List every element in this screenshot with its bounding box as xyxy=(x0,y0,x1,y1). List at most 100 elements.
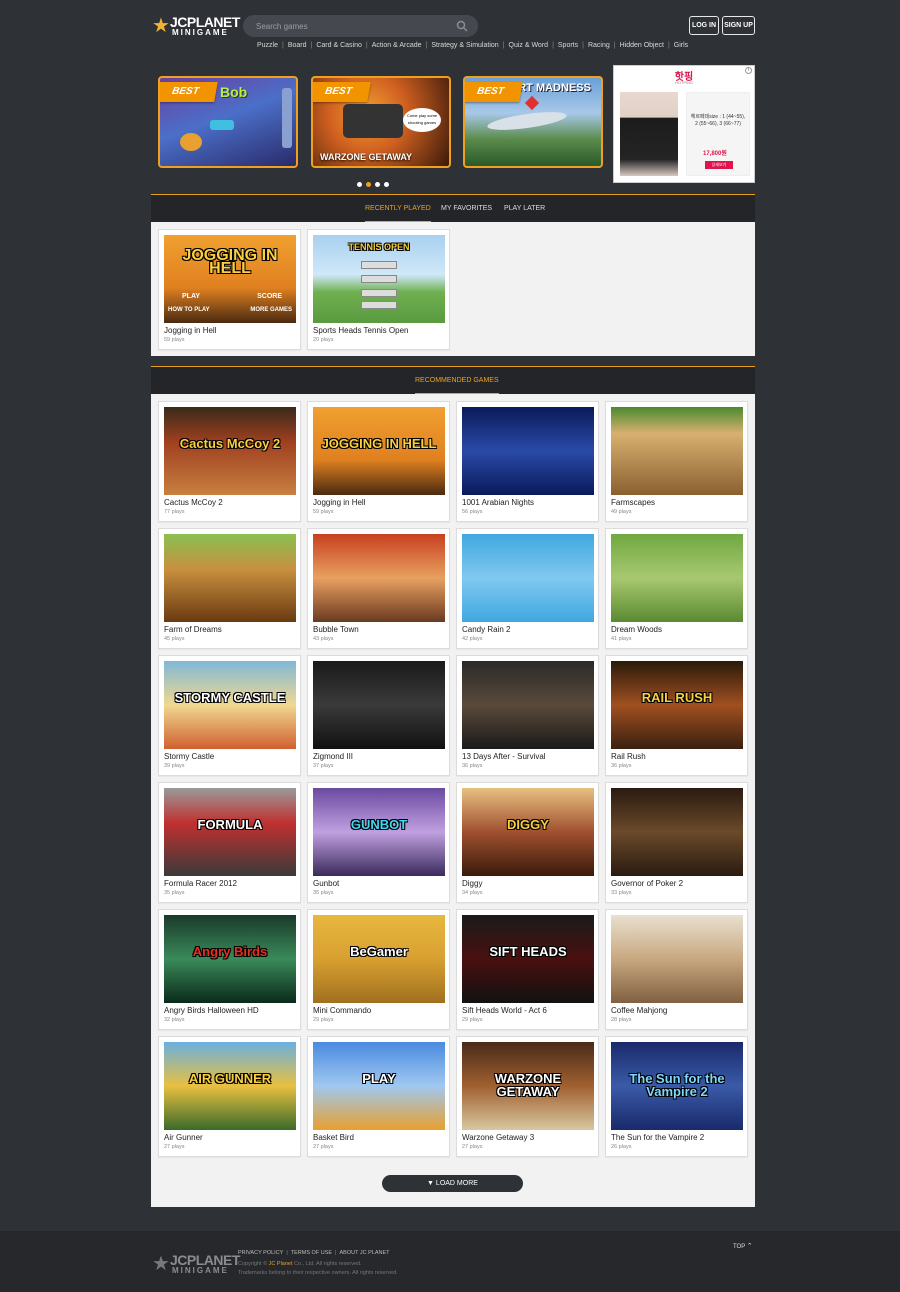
game-thumbnail[interactable] xyxy=(611,915,743,1003)
game-title[interactable]: Governor of Poker 2 xyxy=(611,879,683,888)
game-thumbnail[interactable]: The Sun for the Vampire 2 xyxy=(611,1042,743,1130)
search-icon[interactable] xyxy=(456,20,468,32)
game-card[interactable]: Angry Birds Angry Birds Halloween HD 32 pl… xyxy=(158,909,301,1030)
slider-dot[interactable] xyxy=(357,182,362,187)
tab-play-later[interactable]: PLAY LATER xyxy=(504,205,545,212)
game-thumbnail[interactable] xyxy=(462,407,594,495)
game-card[interactable]: 1001 Arabian Nights 56 plays xyxy=(456,401,599,522)
featured-slide[interactable]: BEST Come play some shooting games WARZO… xyxy=(311,76,451,168)
game-card[interactable]: WARZONE GETAWAY Warzone Getaway 3 27 plays xyxy=(456,1036,599,1157)
game-title[interactable]: Warzone Getaway 3 xyxy=(462,1133,534,1142)
game-thumbnail[interactable] xyxy=(462,661,594,749)
slider-dot[interactable] xyxy=(375,182,380,187)
nav-item[interactable]: Puzzle xyxy=(257,42,278,49)
game-title[interactable]: Angry Birds Halloween HD xyxy=(164,1006,259,1015)
about-link[interactable]: ABOUT JC PLANET xyxy=(339,1250,389,1256)
copyright-brand[interactable]: JC Planet xyxy=(269,1261,293,1267)
game-title[interactable]: Zigmond III xyxy=(313,752,353,761)
game-title[interactable]: Coffee Mahjong xyxy=(611,1006,667,1015)
game-card[interactable]: Bubble Town 43 plays xyxy=(307,528,450,649)
game-title[interactable]: Diggy xyxy=(462,879,482,888)
game-card[interactable]: JOGGING IN HELL Jogging in Hell 59 plays xyxy=(307,401,450,522)
game-thumbnail[interactable]: PLAY xyxy=(313,1042,445,1130)
load-more-button[interactable]: ▼ LOAD MORE xyxy=(382,1175,523,1192)
tab-my-favorites[interactable]: MY FAVORITES xyxy=(441,205,492,212)
game-thumbnail[interactable] xyxy=(611,534,743,622)
game-title[interactable]: Sports Heads Tennis Open xyxy=(313,326,408,335)
game-title[interactable]: Basket Bird xyxy=(313,1133,354,1142)
game-thumbnail[interactable]: FORMULA xyxy=(164,788,296,876)
search-input[interactable] xyxy=(256,18,446,34)
game-card[interactable]: SIFT HEADS Sift Heads World - Act 6 29 pla… xyxy=(456,909,599,1030)
game-card[interactable]: FORMULA Formula Racer 2012 35 plays xyxy=(158,782,301,903)
game-card[interactable]: BeGamer Mini Commando 29 plays xyxy=(307,909,450,1030)
game-thumbnail[interactable]: SIFT HEADS xyxy=(462,915,594,1003)
game-thumbnail[interactable] xyxy=(313,534,445,622)
game-card[interactable]: Governor of Poker 2 33 plays xyxy=(605,782,748,903)
game-thumbnail[interactable]: GUNBOT xyxy=(313,788,445,876)
game-title[interactable]: Mini Commando xyxy=(313,1006,371,1015)
game-thumbnail[interactable] xyxy=(611,788,743,876)
login-button[interactable]: LOG IN xyxy=(689,16,719,35)
advertisement[interactable]: i 핫핑 HOTPING 헤르페데size : 1 (44~55), 2 (55… xyxy=(613,65,755,183)
game-thumbnail[interactable]: RAIL RUSH xyxy=(611,661,743,749)
back-to-top-button[interactable]: TOP ⌃ xyxy=(733,1242,753,1250)
game-title[interactable]: Air Gunner xyxy=(164,1133,203,1142)
game-thumbnail[interactable] xyxy=(164,534,296,622)
game-title[interactable]: Bubble Town xyxy=(313,625,359,634)
nav-item[interactable]: Board xyxy=(288,42,307,49)
game-card[interactable]: TENNIS OPEN Sports Heads Tennis Open 20 … xyxy=(307,229,450,350)
game-thumbnail[interactable]: DIGGY xyxy=(462,788,594,876)
game-title[interactable]: Dream Woods xyxy=(611,625,662,634)
game-thumbnail[interactable]: TENNIS OPEN xyxy=(313,235,445,323)
game-card[interactable]: Cactus McCoy 2 Cactus McCoy 2 77 plays xyxy=(158,401,301,522)
game-title[interactable]: Sift Heads World - Act 6 xyxy=(462,1006,547,1015)
game-title[interactable]: 13 Days After - Survival xyxy=(462,752,546,761)
game-title[interactable]: Rail Rush xyxy=(611,752,646,761)
nav-item[interactable]: Strategy & Simulation xyxy=(431,42,498,49)
nav-item[interactable]: Quiz & Word xyxy=(509,42,549,49)
game-thumbnail[interactable]: Angry Birds xyxy=(164,915,296,1003)
terms-of-use-link[interactable]: TERMS OF USE xyxy=(291,1250,332,1256)
game-title[interactable]: Farm of Dreams xyxy=(164,625,222,634)
game-thumbnail[interactable]: JOGGING IN HELL PLAY SCORE HOW TO PLAY M… xyxy=(164,235,296,323)
game-card[interactable]: Coffee Mahjong 28 plays xyxy=(605,909,748,1030)
game-title[interactable]: Candy Rain 2 xyxy=(462,625,510,634)
game-card[interactable]: DIGGY Diggy 34 plays xyxy=(456,782,599,903)
game-card[interactable]: Dream Woods 41 plays xyxy=(605,528,748,649)
game-card[interactable]: Farm of Dreams 45 plays xyxy=(158,528,301,649)
signup-button[interactable]: SIGN UP xyxy=(722,16,755,35)
game-card[interactable]: GUNBOT Gunbot 35 plays xyxy=(307,782,450,903)
game-thumbnail[interactable] xyxy=(313,661,445,749)
slider-dot[interactable] xyxy=(384,182,389,187)
game-card[interactable]: Zigmond III 37 plays xyxy=(307,655,450,776)
game-card[interactable]: AIR GUNNER Air Gunner 27 plays xyxy=(158,1036,301,1157)
game-title[interactable]: The Sun for the Vampire 2 xyxy=(611,1133,704,1142)
game-card[interactable]: 13 Days After - Survival 36 plays xyxy=(456,655,599,776)
game-thumbnail[interactable] xyxy=(462,534,594,622)
featured-slide[interactable]: BEST Bob xyxy=(158,76,298,168)
game-card[interactable]: Candy Rain 2 42 plays xyxy=(456,528,599,649)
nav-item[interactable]: Racing xyxy=(588,42,610,49)
featured-slide[interactable]: BEST SPORT MADNESS xyxy=(463,76,603,168)
game-thumbnail[interactable]: JOGGING IN HELL xyxy=(313,407,445,495)
game-title[interactable]: Gunbot xyxy=(313,879,339,888)
game-title[interactable]: Farmscapes xyxy=(611,498,655,507)
game-title[interactable]: Formula Racer 2012 xyxy=(164,879,237,888)
game-title[interactable]: Stormy Castle xyxy=(164,752,214,761)
nav-item[interactable]: Action & Arcade xyxy=(372,42,422,49)
game-title[interactable]: Jogging in Hell xyxy=(164,326,216,335)
game-thumbnail[interactable]: Cactus McCoy 2 xyxy=(164,407,296,495)
game-thumbnail[interactable]: AIR GUNNER xyxy=(164,1042,296,1130)
game-card[interactable]: PLAY Basket Bird 27 plays xyxy=(307,1036,450,1157)
game-title[interactable]: 1001 Arabian Nights xyxy=(462,498,534,507)
game-title[interactable]: Jogging in Hell xyxy=(313,498,365,507)
game-card[interactable]: Farmscapes 49 plays xyxy=(605,401,748,522)
site-logo[interactable]: ★ JCPLANET MINIGAME xyxy=(152,15,240,39)
nav-item[interactable]: Sports xyxy=(558,42,578,49)
game-thumbnail[interactable]: BeGamer xyxy=(313,915,445,1003)
game-thumbnail[interactable]: WARZONE GETAWAY xyxy=(462,1042,594,1130)
footer-logo[interactable]: ★ JCPLANET MINIGAME xyxy=(152,1253,240,1277)
game-card[interactable]: The Sun for the Vampire 2 The Sun for the… xyxy=(605,1036,748,1157)
nav-item[interactable]: Card & Casino xyxy=(316,42,362,49)
